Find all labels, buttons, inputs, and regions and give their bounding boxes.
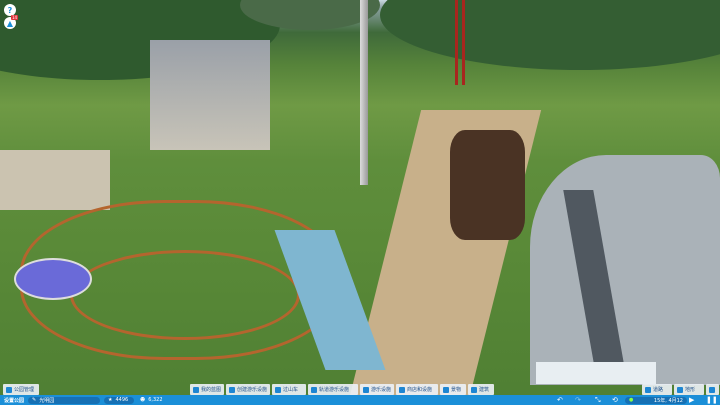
park-viewport[interactable] xyxy=(0,0,720,405)
castle xyxy=(150,40,270,150)
park-management-button[interactable]: 公园管理 xyxy=(3,384,39,395)
status-bar: 设置公园 ✎ 光明园 ★ 4496 ☻ 6,322 ↶ ↷ ⤡ ⟲ ● 15年, 4月1… xyxy=(0,395,720,405)
terrain-button[interactable]: 地形 xyxy=(674,384,704,395)
flat-rides-button[interactable]: 游乐设施 xyxy=(360,384,394,395)
create-rides-button[interactable]: 创建游乐设施 xyxy=(226,384,270,395)
notification-badge: 14 xyxy=(11,15,19,20)
station-roof xyxy=(536,362,656,384)
play-icon[interactable]: ▶ xyxy=(689,396,694,404)
shop-icon xyxy=(399,386,405,393)
camera-icon[interactable]: ⤡ xyxy=(595,396,601,404)
label: 景物 xyxy=(451,387,462,393)
grid-button[interactable] xyxy=(706,384,719,395)
label: 地形 xyxy=(685,387,696,393)
blueprint-icon xyxy=(193,386,199,393)
label: 道路 xyxy=(653,387,664,393)
park-name-field[interactable]: ✎ 光明园 xyxy=(28,396,100,404)
cog-icon xyxy=(229,386,235,393)
tracked-rides-button[interactable]: 轨道游乐设施 xyxy=(308,384,358,395)
build-toolbar: 公园管理 我的蓝图 创建游乐设施 过山车 轨道游乐设施 游乐设施 商店和设施 景… xyxy=(0,384,720,395)
pause-icon[interactable]: ❚❚ xyxy=(706,396,718,404)
coaster-icon xyxy=(275,386,281,393)
red-coaster-tower xyxy=(455,0,465,85)
undo-icon[interactable]: ↶ xyxy=(557,396,563,404)
star-icon: ★ xyxy=(108,397,113,403)
guest-count[interactable]: ☻ 6,322 xyxy=(136,397,163,404)
wooden-coaster-track xyxy=(70,250,300,340)
park-settings-label[interactable]: 设置公园 xyxy=(4,397,24,404)
path-icon xyxy=(645,386,651,393)
buildings-button[interactable]: 建筑 xyxy=(468,384,494,395)
label: 过山车 xyxy=(283,387,299,393)
rating-value: 4496 xyxy=(115,397,129,403)
paths-button[interactable]: 道路 xyxy=(642,384,672,395)
houses xyxy=(0,150,110,210)
weather-icon: ● xyxy=(629,397,634,403)
scenery-button[interactable]: 景物 xyxy=(440,384,466,395)
ride-icon xyxy=(363,386,369,393)
shops-button[interactable]: 商店和设施 xyxy=(396,384,438,395)
label: 建筑 xyxy=(479,387,490,393)
rotate-icon[interactable]: ⟲ xyxy=(612,396,618,404)
edit-icon: ✎ xyxy=(32,397,37,403)
grid-icon xyxy=(709,386,715,393)
date-value: 15年, 4月12 xyxy=(653,397,683,404)
scenery-icon xyxy=(443,386,449,393)
label: 游乐设施 xyxy=(371,387,392,393)
terrain-icon xyxy=(677,386,683,393)
pirate-ship xyxy=(450,130,525,240)
flat-ride xyxy=(14,258,92,300)
drop-tower xyxy=(360,0,368,185)
redo-icon[interactable]: ↷ xyxy=(575,396,581,404)
track-area xyxy=(530,155,720,385)
label: 商店和设施 xyxy=(407,387,433,393)
label: 创建游乐设施 xyxy=(237,387,268,393)
coasters-button[interactable]: 过山车 xyxy=(272,384,306,395)
label: 公园管理 xyxy=(14,387,35,393)
help-icon: ? xyxy=(7,5,13,15)
date-display[interactable]: ● 15年, 4月12 xyxy=(625,396,687,404)
train-icon xyxy=(311,386,317,393)
guests-value: 6,322 xyxy=(148,397,163,403)
mountain xyxy=(380,0,720,70)
label: 轨道游乐设施 xyxy=(319,387,350,393)
blueprints-button[interactable]: 我的蓝图 xyxy=(190,384,224,395)
park-icon xyxy=(6,386,12,393)
building-icon xyxy=(471,386,477,393)
park-name: 光明园 xyxy=(39,397,55,404)
label: 我的蓝图 xyxy=(201,387,222,393)
park-rating[interactable]: ★ 4496 xyxy=(104,396,134,404)
guests-icon: ☻ xyxy=(140,397,146,403)
